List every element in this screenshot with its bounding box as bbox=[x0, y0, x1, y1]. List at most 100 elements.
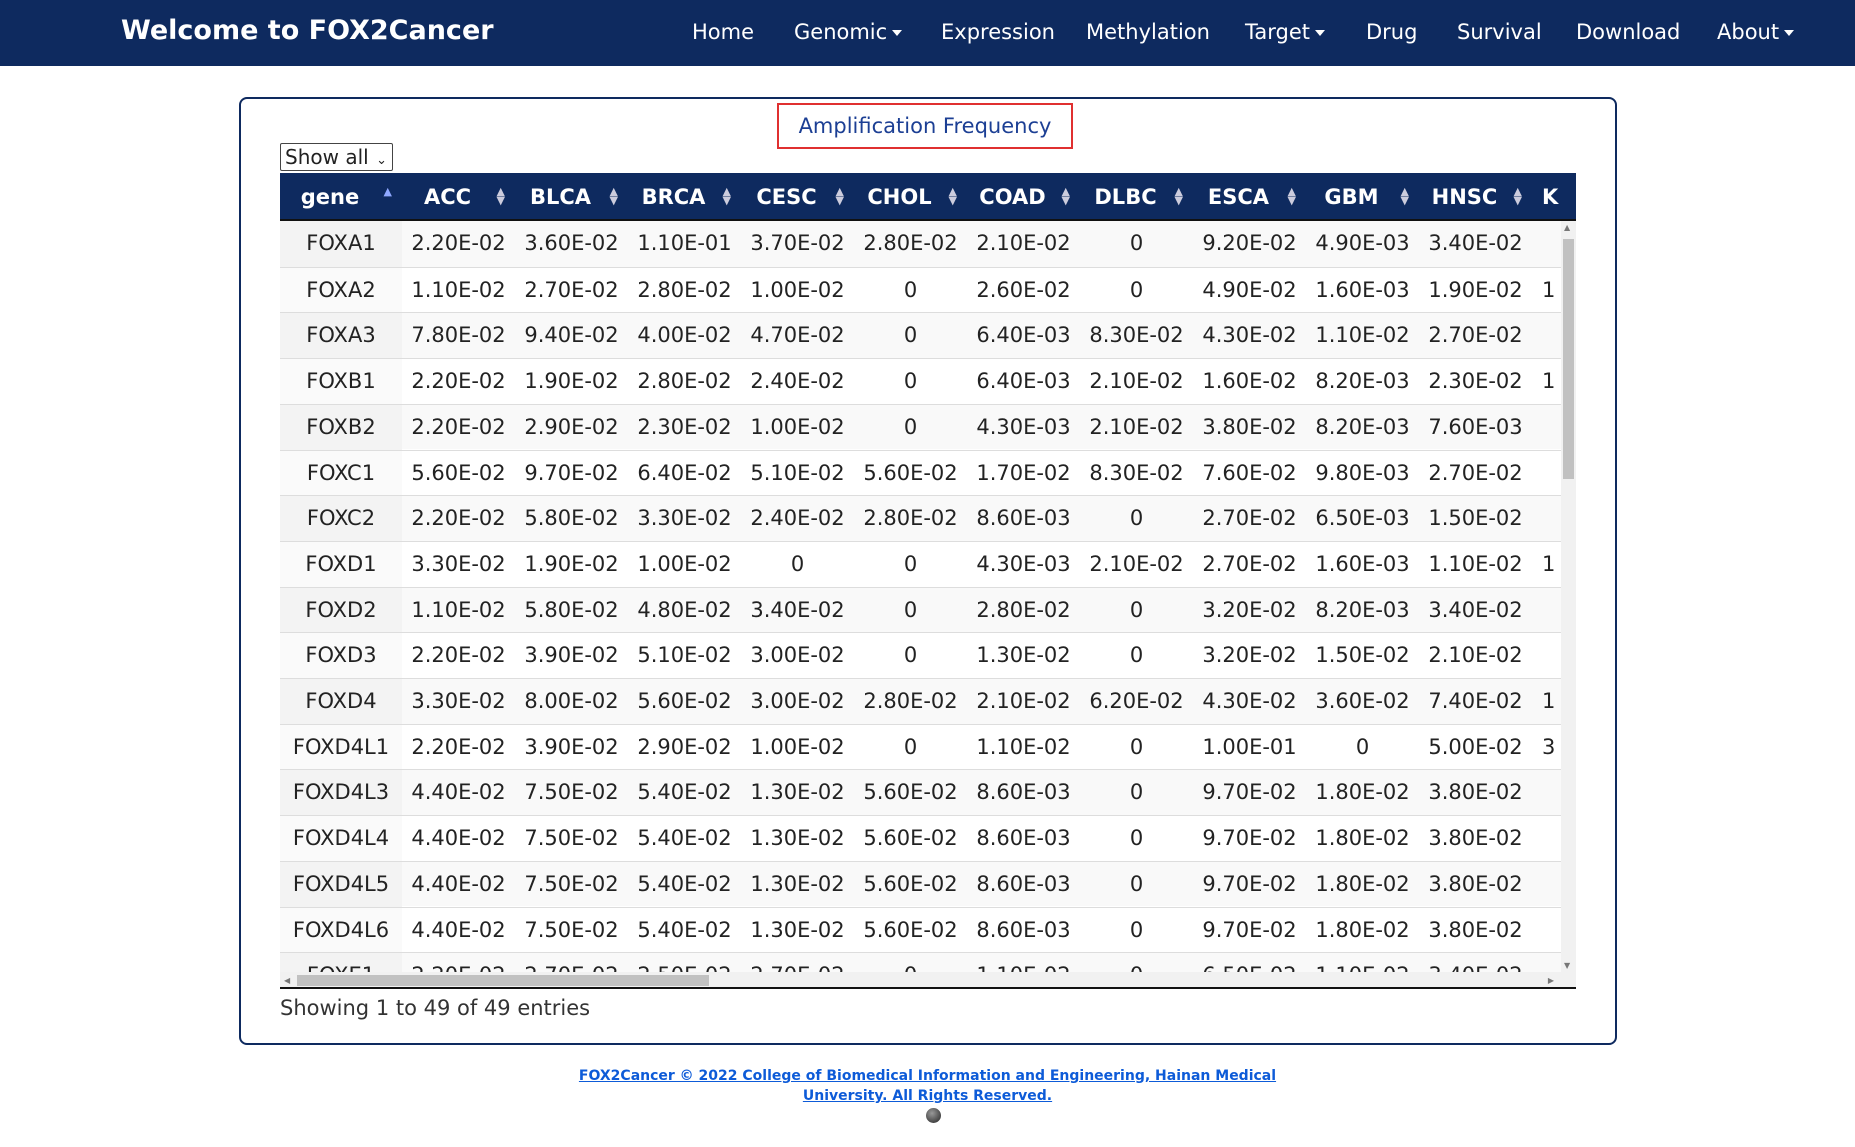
value-cell: 5.10E-02 bbox=[637, 643, 732, 668]
footer-link[interactable]: FOX2Cancer © 2022 College of Biomedical … bbox=[579, 1068, 1276, 1104]
value-cell: 5.10E-02 bbox=[750, 460, 845, 485]
nav-expression[interactable]: Expression bbox=[941, 20, 1055, 44]
value-cell: 2.20E-02 bbox=[411, 643, 506, 668]
value-cell: 7.40E-02 bbox=[1428, 689, 1523, 713]
value-cell: 3.70E-02 bbox=[750, 231, 845, 255]
nav-drug[interactable]: Drug bbox=[1366, 20, 1417, 44]
sort-icon: ▲ ▼ bbox=[1061, 185, 1070, 207]
value-cell: 0 bbox=[854, 953, 967, 972]
value-cell: 0 bbox=[903, 414, 918, 439]
gene-cell: FOXC1 bbox=[280, 450, 402, 497]
value-cell: 3.90E-02 bbox=[524, 734, 619, 759]
value-cell: 8.20E-03 bbox=[1315, 414, 1410, 439]
gene-cell: FOXD4L1 bbox=[280, 724, 402, 771]
horizontal-scroll-thumb[interactable] bbox=[297, 975, 709, 986]
value-cell: 3.30E-02 bbox=[411, 551, 506, 576]
value-cell: 4.30E-03 bbox=[976, 414, 1071, 439]
value-cell bbox=[1532, 908, 1561, 954]
table-row: FOXD3 2.20E-02 3.90E-02 5.10E-02 3.00E-02 0 1.… bbox=[280, 632, 1561, 679]
brand-title[interactable]: Welcome to FOX2Cancer bbox=[121, 15, 494, 46]
nav-target[interactable]: Target bbox=[1245, 20, 1325, 44]
value-cell: 4.90E-03 bbox=[1315, 231, 1410, 255]
gene-cell: FOXA1 bbox=[280, 221, 402, 267]
value-cell: 1.10E-02 bbox=[411, 277, 506, 302]
value-cell: 1.90E-02 bbox=[524, 551, 619, 576]
value-cell bbox=[1532, 770, 1561, 816]
value-cell: 1.80E-02 bbox=[1315, 780, 1410, 805]
value-cell: 3.80E-02 bbox=[1428, 780, 1523, 805]
caret-down-icon bbox=[892, 30, 903, 36]
value-cell: 3.40E-02 bbox=[750, 597, 845, 622]
value-cell: 0 bbox=[1080, 953, 1193, 972]
value-cell: 2.70E-02 bbox=[524, 277, 619, 302]
value-cell: 2.50E-02 bbox=[628, 953, 741, 972]
horizontal-scrollbar[interactable]: ◀ ▶ bbox=[280, 972, 1576, 989]
value-cell bbox=[1532, 816, 1561, 862]
value-cell: 2.10E-02 bbox=[976, 689, 1071, 713]
value-cell: 4.90E-02 bbox=[1202, 277, 1297, 302]
value-cell: 4.30E-02 bbox=[1202, 689, 1297, 713]
value-cell: 0 bbox=[903, 734, 918, 759]
gene-cell: FOXD1 bbox=[280, 541, 402, 588]
nav-label: Home bbox=[692, 20, 755, 44]
nav-download[interactable]: Download bbox=[1576, 20, 1680, 44]
value-cell: 1.30E-02 bbox=[976, 643, 1071, 668]
table-info: Showing 1 to 49 of 49 entries bbox=[280, 996, 591, 1020]
value-cell: 1.10E-02 bbox=[1428, 551, 1523, 576]
vertical-scrollbar[interactable]: ▲ ▼ bbox=[1561, 221, 1576, 972]
column-header-dlbc[interactable]: DLBC ▲ ▼ bbox=[1080, 173, 1193, 219]
sort-icon: ▲ ▼ bbox=[835, 185, 844, 207]
sort-icon: ▲ ▼ bbox=[1400, 185, 1409, 207]
value-cell: 2.20E-02 bbox=[411, 369, 506, 394]
value-cell: 1 bbox=[1542, 551, 1556, 576]
length-select[interactable]: Show all ⌄ bbox=[280, 143, 393, 171]
scroll-up-icon[interactable]: ▲ bbox=[1564, 223, 1570, 232]
navbar: Welcome to FOX2Cancer Home Genomic Express… bbox=[0, 0, 1855, 66]
gene-cell: FOXB1 bbox=[280, 359, 402, 405]
nav-about[interactable]: About bbox=[1717, 20, 1795, 44]
nav-label: Methylation bbox=[1086, 20, 1210, 44]
amplification-frequency-button[interactable]: Amplification Frequency bbox=[777, 103, 1073, 149]
column-label: CESC bbox=[756, 185, 817, 209]
nav-home[interactable]: Home bbox=[692, 20, 754, 44]
table-row: FOXD2 1.10E-02 5.80E-02 4.80E-02 3.40E-02 0 2.… bbox=[280, 586, 1561, 634]
nav-genomic[interactable]: Genomic bbox=[794, 20, 903, 44]
nav-methylation[interactable]: Methylation bbox=[1086, 20, 1210, 44]
value-cell: 2.30E-02 bbox=[637, 414, 732, 439]
length-select-value: Show all bbox=[285, 145, 369, 169]
column-header-esca[interactable]: ESCA ▲ ▼ bbox=[1193, 173, 1306, 219]
column-header-coad[interactable]: COAD ▲ ▼ bbox=[967, 173, 1080, 219]
nav-survival[interactable]: Survival bbox=[1457, 20, 1542, 44]
column-header-cesc[interactable]: CESC ▲ ▼ bbox=[741, 173, 854, 219]
scroll-down-icon[interactable]: ▼ bbox=[1564, 961, 1570, 970]
value-cell: 1.60E-03 bbox=[1315, 551, 1410, 576]
column-header-hnsc[interactable]: HNSC ▲ ▼ bbox=[1419, 173, 1532, 219]
column-header-brca[interactable]: BRCA ▲ ▼ bbox=[628, 173, 741, 219]
value-cell: 1.80E-02 bbox=[1315, 917, 1410, 942]
value-cell: 6.40E-03 bbox=[976, 323, 1071, 348]
column-header-acc[interactable]: ACC ▲ ▼ bbox=[402, 173, 515, 219]
value-cell: 2.80E-02 bbox=[863, 689, 958, 713]
value-cell: 2.70E-02 bbox=[1202, 551, 1297, 576]
value-cell bbox=[1532, 953, 1561, 972]
column-header-chol[interactable]: CHOL ▲ ▼ bbox=[854, 173, 967, 219]
scroll-left-icon[interactable]: ◀ bbox=[284, 976, 290, 985]
value-cell: 3.00E-02 bbox=[750, 689, 845, 713]
column-header-blca[interactable]: BLCA ▲ ▼ bbox=[515, 173, 628, 219]
chevron-down-icon: ⌄ bbox=[376, 153, 387, 168]
column-header-gene[interactable]: gene ▲ bbox=[280, 173, 402, 219]
value-cell: 1.00E-02 bbox=[750, 414, 845, 439]
scroll-right-icon[interactable]: ▶ bbox=[1548, 976, 1554, 985]
value-cell: 2.20E-02 bbox=[411, 734, 506, 759]
value-cell: 8.30E-02 bbox=[1089, 323, 1184, 348]
value-cell: 2.80E-02 bbox=[637, 369, 732, 394]
vertical-scroll-thumb[interactable] bbox=[1563, 239, 1574, 479]
value-cell: 2.70E-02 bbox=[1428, 323, 1523, 348]
value-cell: 2.70E-02 bbox=[515, 953, 628, 972]
value-cell: 3.30E-02 bbox=[637, 506, 732, 531]
value-cell: 0 bbox=[903, 551, 918, 576]
column-header-gbm[interactable]: GBM ▲ ▼ bbox=[1306, 173, 1419, 219]
value-cell: 1.00E-02 bbox=[750, 734, 845, 759]
column-header-k[interactable]: K bbox=[1532, 173, 1572, 219]
value-cell: 0 bbox=[1129, 506, 1144, 531]
